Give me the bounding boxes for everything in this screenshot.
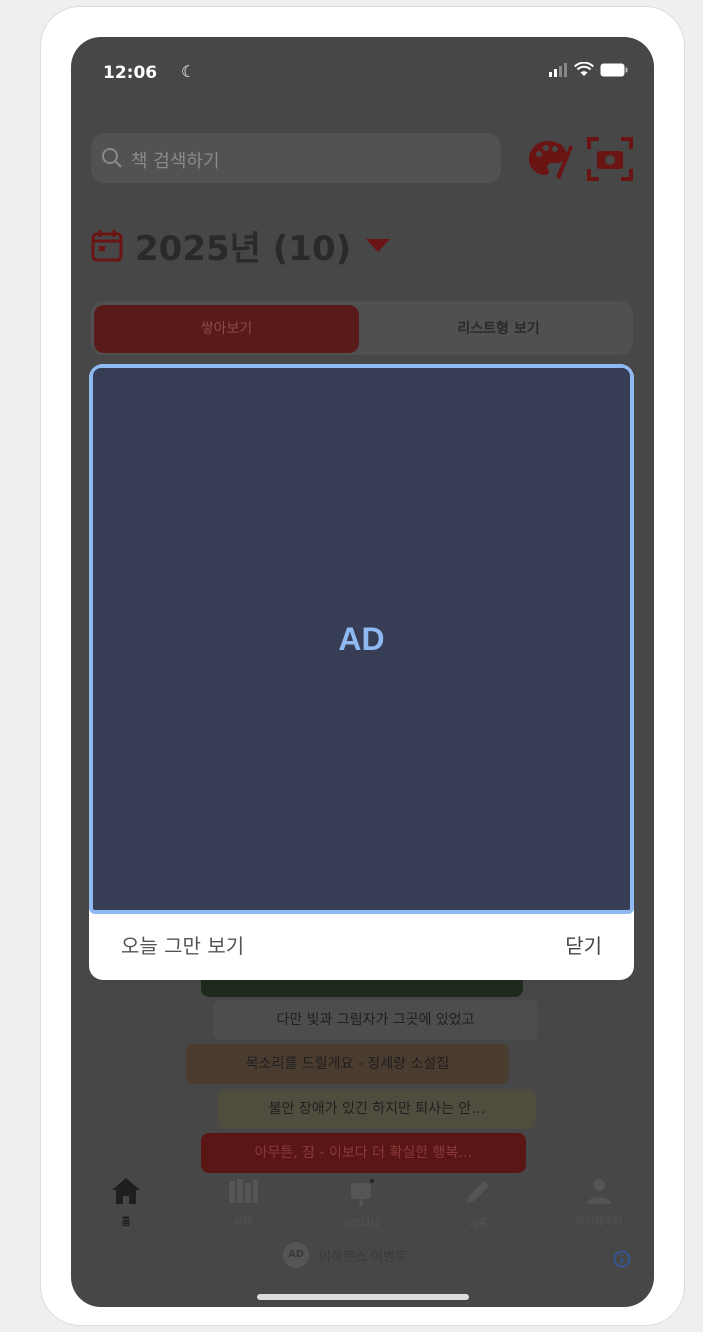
home-icon <box>112 1178 140 1204</box>
pencil-icon <box>467 1181 489 1203</box>
ad-badge: AD <box>283 1242 309 1268</box>
book-spine[interactable]: 불안 장애가 있긴 하지만 퇴사는 안… <box>218 1089 536 1129</box>
year-label: 2025년 (10) <box>135 228 352 269</box>
view-toggle: 쌓아보기 리스트형 보기 <box>91 301 633 355</box>
community-icon <box>351 1179 374 1206</box>
battery-icon <box>600 63 628 76</box>
wifi-icon <box>574 62 594 76</box>
search-icon <box>102 148 122 168</box>
nav-label: 서재 <box>233 1217 253 1228</box>
nav-record[interactable]: 기록 <box>428 1177 528 1230</box>
nav-library[interactable]: 서재 <box>193 1177 293 1228</box>
nav-mypage[interactable]: 마이페이지 <box>549 1177 649 1228</box>
signal-icon <box>549 62 567 77</box>
book-spine[interactable]: 목소리를 드릴게요 - 정세랑 소설집 <box>186 1044 509 1084</box>
nav-home[interactable]: 홈 <box>76 1177 176 1228</box>
nav-label: 홈 <box>121 1217 131 1228</box>
close-button[interactable]: 닫기 <box>565 930 602 959</box>
ad-modal: AD 오늘 그만 보기 닫기 <box>89 364 634 980</box>
ad-label: AD <box>338 620 385 657</box>
book-spine[interactable]: 아무튼, 잠 - 이보다 더 확실한 행복… <box>201 1133 526 1173</box>
info-icon[interactable] <box>613 1250 631 1268</box>
library-icon <box>229 1179 258 1203</box>
banner-ad-strip[interactable]: AD 이하몬스 이벤트 <box>283 1242 407 1268</box>
book-spine[interactable]: 다만 빛과 그림자가 그곳에 있었고 <box>213 1000 538 1040</box>
dismiss-today-button[interactable]: 오늘 그만 보기 <box>121 930 244 959</box>
camera-scan-icon[interactable] <box>585 135 635 183</box>
nav-label: 마이페이지 <box>576 1217 622 1228</box>
chevron-down-icon <box>366 239 391 252</box>
home-indicator[interactable] <box>257 1294 469 1300</box>
nav-label: 커뮤니티 <box>342 1219 380 1230</box>
person-icon <box>587 1179 611 1204</box>
search-placeholder: 책 검색하기 <box>131 151 220 172</box>
tab-stack-view[interactable]: 쌓아보기 <box>94 305 359 353</box>
status-icons <box>548 62 628 77</box>
nav-label: 기록 <box>468 1219 488 1230</box>
status-bar: 12:06 ☾ <box>71 37 654 97</box>
bottom-nav: 홈 서재 커뮤니티 기록 마이페이지 <box>71 1177 654 1237</box>
calendar-icon <box>91 230 123 262</box>
search-bar[interactable]: 책 검색하기 <box>91 133 501 183</box>
status-time: 12:06 <box>103 63 158 83</box>
nav-community[interactable]: 커뮤니티 <box>311 1177 411 1230</box>
tab-list-view[interactable]: 리스트형 보기 <box>366 305 631 353</box>
year-selector[interactable]: 2025년 (10) <box>91 223 391 269</box>
palette-icon[interactable] <box>526 137 574 181</box>
ad-banner[interactable]: AD <box>89 364 634 914</box>
moon-icon: ☾ <box>181 62 196 81</box>
banner-ad-text: 이하몬스 이벤트 <box>319 1249 407 1265</box>
